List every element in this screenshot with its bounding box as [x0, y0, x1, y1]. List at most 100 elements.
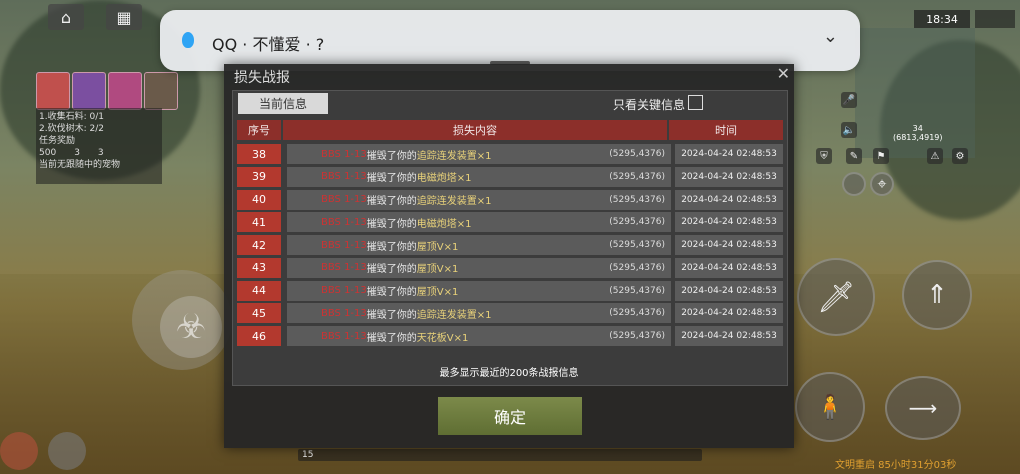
row-content: BBS 1-13 摧毁了你的 追踪连发装置×1 (5295,4376)	[287, 144, 671, 164]
home-button[interactable]: ⌂	[48, 4, 84, 30]
key-only-checkbox[interactable]	[688, 95, 703, 110]
prone-icon: ⟶	[908, 396, 938, 420]
action-text: 摧毁了你的	[366, 287, 417, 298]
action-text: 摧毁了你的	[366, 309, 417, 321]
flag-icon[interactable]: ⚑	[873, 148, 889, 164]
reward-count: 500	[39, 148, 57, 158]
biohazard-icon[interactable]: ☣	[160, 296, 222, 358]
action-text: 摧毁了你的	[366, 264, 417, 276]
row-seq: 46	[237, 326, 281, 346]
minimap-coords: 34 (6813,4919)	[893, 124, 943, 142]
reward-count: 3	[97, 148, 104, 158]
row-content: BBS 1-13 摧毁了你的 电磁炮塔×1 (5295,4376)	[287, 166, 671, 187]
row-content: BBS 1-13 摧毁了你的 天花板V×1 (5295,4376)	[287, 326, 671, 346]
tool-icon[interactable]: ✎	[846, 148, 862, 164]
aim-button[interactable]	[842, 172, 866, 196]
notification-separator: ·	[305, 35, 311, 54]
chevron-down-icon[interactable]: ⌄	[823, 26, 838, 47]
row-time: 2024-04-24 02:48:53	[675, 257, 783, 278]
avatar[interactable]	[144, 72, 178, 110]
avatar[interactable]	[108, 72, 142, 110]
row-time: 2024-04-24 02:48:53	[675, 326, 783, 346]
attacker-name: BBS 1-13	[321, 194, 367, 205]
action-text: 摧毁了你的	[366, 196, 417, 207]
loss-report-dialog: 损失战报 ✕ 当前信息 只看关键信息 序号 损失内容 时间 38 BBS 1-13…	[224, 64, 794, 448]
confirm-button[interactable]: 确定	[438, 397, 582, 435]
clock: 18:34	[914, 10, 970, 28]
table-row[interactable]: 46 BBS 1-13 摧毁了你的 天花板V×1 (5295,4376) 2024-04-…	[237, 326, 783, 346]
row-time: 2024-04-24 02:48:53	[675, 144, 783, 164]
task-panel[interactable]: 1.收集石料: 0/1 2.砍伐树木: 2/2 任务奖励 500 3 3 当前无…	[36, 108, 162, 184]
notification-message: ?	[315, 35, 325, 54]
destroyed-item: 屋顶V×1	[416, 241, 459, 253]
home-icon: ⌂	[60, 7, 72, 27]
team-avatars	[36, 72, 178, 110]
action-text: 摧毁了你的	[366, 173, 417, 185]
attacker-name: BBS 1-13	[321, 216, 367, 228]
mic-icon[interactable]: 🎤	[841, 92, 857, 108]
row-seq: 40	[237, 189, 281, 210]
table-header: 序号 损失内容 时间	[237, 120, 783, 140]
row-coordinates: (5295,4376)	[609, 308, 665, 319]
row-seq: 42	[237, 235, 281, 255]
attacker-name: BBS 1-13	[321, 148, 367, 160]
task-item: 2.砍伐树木: 2/2	[39, 124, 104, 134]
action-text: 摧毁了你的	[366, 241, 417, 253]
notification-sender: 不懂爱	[252, 35, 301, 54]
pet-hint: 当前无跟随中的宠物	[39, 160, 121, 170]
row-time: 2024-04-24 02:48:53	[675, 212, 783, 233]
backpack-button[interactable]	[0, 432, 38, 470]
destroyed-item: 天花板V×1	[416, 332, 469, 344]
bottom-bar: 15	[298, 449, 702, 461]
warning-icon[interactable]: ⚠	[927, 148, 943, 164]
attacker-name: BBS 1-13	[321, 285, 367, 296]
tab-current-info[interactable]: 当前信息	[238, 93, 328, 114]
table-row[interactable]: 40 BBS 1-13 摧毁了你的 追踪连发装置×1 (5295,4376) 2024-0…	[237, 189, 783, 210]
row-seq: 43	[237, 257, 281, 278]
row-coordinates: (5295,4376)	[609, 194, 665, 205]
action-text: 摧毁了你的	[366, 218, 417, 230]
prone-button[interactable]: ⟶	[885, 376, 961, 440]
row-time: 2024-04-24 02:48:53	[675, 280, 783, 301]
minimap-level: 34	[912, 124, 923, 133]
notification-banner[interactable]: QQ · 不懂爱 · ? ⌄	[160, 10, 860, 71]
shop-icon: ▦	[116, 7, 132, 27]
table-row[interactable]: 39 BBS 1-13 摧毁了你的 电磁炮塔×1 (5295,4376) 2024-04-…	[237, 166, 783, 187]
dialog-title: 损失战报	[234, 70, 290, 86]
row-content: BBS 1-13 摧毁了你的 电磁炮塔×1 (5295,4376)	[287, 212, 671, 233]
column-header-time: 时间	[669, 120, 783, 140]
destroyed-item: 电磁炮塔×1	[416, 218, 472, 230]
shield-icon[interactable]: ⛨	[816, 148, 832, 164]
notification-app: QQ	[212, 35, 238, 54]
avatar[interactable]	[36, 72, 70, 110]
row-coordinates: (5295,4376)	[609, 149, 665, 159]
table-row[interactable]: 38 BBS 1-13 摧毁了你的 追踪连发装置×1 (5295,4376) 2024-0…	[237, 144, 783, 164]
column-header-seq: 序号	[237, 120, 283, 140]
knife-icon: 🗡	[816, 279, 856, 315]
reward-count: 3	[74, 148, 80, 158]
row-coordinates: (5295,4376)	[609, 285, 665, 296]
row-content: BBS 1-13 摧毁了你的 屋顶V×1 (5295,4376)	[287, 257, 671, 278]
table-body[interactable]: 38 BBS 1-13 摧毁了你的 追踪连发装置×1 (5295,4376) 2024-0…	[237, 144, 783, 349]
action-text: 摧毁了你的	[366, 332, 417, 344]
table-row[interactable]: 43 BBS 1-13 摧毁了你的 屋顶V×1 (5295,4376) 2024-04-2…	[237, 257, 783, 278]
table-row[interactable]: 41 BBS 1-13 摧毁了你的 电磁炮塔×1 (5295,4376) 2024-04-…	[237, 212, 783, 233]
location-icon[interactable]: ⌖	[870, 172, 894, 196]
avatar[interactable]	[72, 72, 106, 110]
row-time: 2024-04-24 02:48:53	[675, 235, 783, 255]
table-row[interactable]: 44 BBS 1-13 摧毁了你的 屋顶V×1 (5295,4376) 2024-04-2…	[237, 280, 783, 301]
shop-button[interactable]: ▦	[106, 4, 142, 30]
crouch-button[interactable]: 🧍	[795, 372, 865, 442]
attacker-name: BBS 1-13	[321, 239, 367, 251]
knife-button[interactable]: 🗡	[797, 258, 875, 336]
table-row[interactable]: 42 BBS 1-13 摧毁了你的 屋顶V×1 (5295,4376) 2024-04-2…	[237, 235, 783, 255]
close-icon[interactable]: ✕	[777, 64, 790, 83]
gear-icon[interactable]: ⚙	[952, 148, 968, 164]
destroyed-item: 电磁炮塔×1	[416, 173, 472, 185]
table-row[interactable]: 45 BBS 1-13 摧毁了你的 追踪连发装置×1 (5295,4376) 2024-0…	[237, 303, 783, 324]
row-time: 2024-04-24 02:48:53	[675, 189, 783, 210]
chat-button[interactable]	[48, 432, 86, 470]
speaker-icon[interactable]: 🔈	[841, 122, 857, 138]
column-header-content: 损失内容	[283, 120, 669, 140]
jump-button[interactable]: ⇑	[902, 260, 972, 330]
